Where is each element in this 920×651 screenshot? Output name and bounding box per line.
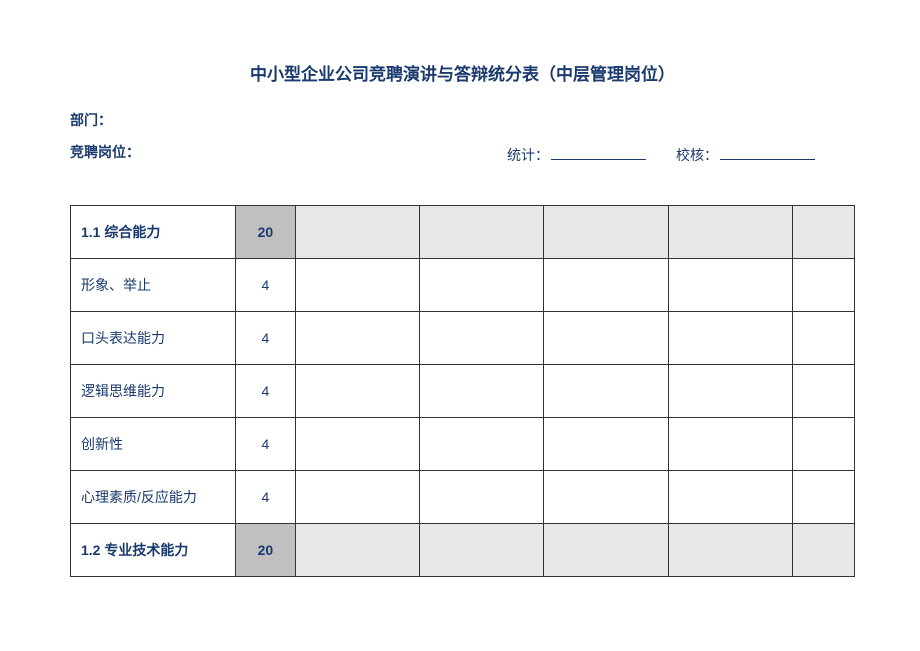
blank-cell <box>420 524 544 577</box>
blank-cell <box>420 418 544 471</box>
row-label: 口头表达能力 <box>71 312 236 365</box>
blank-cell <box>544 471 668 524</box>
check-label: 校核： <box>676 145 718 165</box>
row-label: 1.2 专业技术能力 <box>71 524 236 577</box>
blank-cell <box>793 471 855 524</box>
statistics-underline <box>551 159 646 160</box>
blank-cell <box>668 312 792 365</box>
signature-row: 统计： 校核： <box>70 145 855 165</box>
blank-cell <box>420 206 544 259</box>
blank-cell <box>544 312 668 365</box>
table-row: 形象、举止4 <box>71 259 855 312</box>
row-label: 创新性 <box>71 418 236 471</box>
table-row: 1.1 综合能力20 <box>71 206 855 259</box>
blank-cell <box>544 524 668 577</box>
table-row: 心理素质/反应能力4 <box>71 471 855 524</box>
blank-cell <box>295 312 419 365</box>
statistics-field: 统计： <box>507 145 646 165</box>
blank-cell <box>420 259 544 312</box>
blank-cell <box>420 312 544 365</box>
blank-cell <box>420 471 544 524</box>
row-score: 4 <box>236 259 295 312</box>
blank-cell <box>793 206 855 259</box>
statistics-label: 统计： <box>507 145 549 165</box>
blank-cell <box>544 365 668 418</box>
blank-cell <box>668 524 792 577</box>
blank-cell <box>420 365 544 418</box>
row-label: 心理素质/反应能力 <box>71 471 236 524</box>
blank-cell <box>668 365 792 418</box>
blank-cell <box>544 259 668 312</box>
row-score: 20 <box>236 524 295 577</box>
blank-cell <box>793 259 855 312</box>
blank-cell <box>668 471 792 524</box>
blank-cell <box>295 524 419 577</box>
blank-cell <box>668 418 792 471</box>
blank-cell <box>295 206 419 259</box>
blank-cell <box>668 259 792 312</box>
blank-cell <box>793 312 855 365</box>
department-label: 部门： <box>70 110 855 130</box>
table-row: 创新性4 <box>71 418 855 471</box>
check-field: 校核： <box>676 145 815 165</box>
blank-cell <box>295 418 419 471</box>
table-row: 1.2 专业技术能力20 <box>71 524 855 577</box>
table-row: 逻辑思维能力4 <box>71 365 855 418</box>
table-row: 口头表达能力4 <box>71 312 855 365</box>
check-underline <box>720 159 815 160</box>
blank-cell <box>793 365 855 418</box>
blank-cell <box>544 206 668 259</box>
blank-cell <box>793 524 855 577</box>
row-score: 4 <box>236 312 295 365</box>
score-table: 1.1 综合能力20形象、举止4口头表达能力4逻辑思维能力4创新性4心理素质/反… <box>70 205 855 577</box>
blank-cell <box>793 418 855 471</box>
row-score: 4 <box>236 418 295 471</box>
row-label: 1.1 综合能力 <box>71 206 236 259</box>
document-title: 中小型企业公司竞聘演讲与答辩统分表（中层管理岗位） <box>70 60 855 85</box>
row-score: 4 <box>236 471 295 524</box>
row-score: 4 <box>236 365 295 418</box>
row-label: 形象、举止 <box>71 259 236 312</box>
blank-cell <box>668 206 792 259</box>
blank-cell <box>295 259 419 312</box>
blank-cell <box>295 471 419 524</box>
row-score: 20 <box>236 206 295 259</box>
row-label: 逻辑思维能力 <box>71 365 236 418</box>
blank-cell <box>295 365 419 418</box>
blank-cell <box>544 418 668 471</box>
